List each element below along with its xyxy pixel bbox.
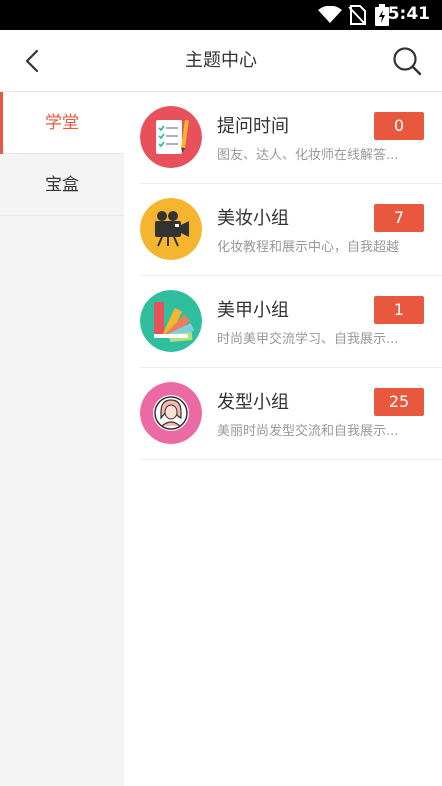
category-sidebar: 学堂 宝盒: [0, 92, 124, 786]
app-header: 主题中心: [0, 30, 442, 92]
topic-count-badge: 7: [374, 204, 424, 232]
topic-count-badge: 1: [374, 296, 424, 324]
topic-count-badge: 0: [374, 112, 424, 140]
no-sim-icon: [348, 5, 366, 25]
topic-name: 发型小组: [217, 392, 289, 413]
topic-name: 提问时间: [217, 116, 289, 137]
topic-name: 美甲小组: [217, 300, 289, 321]
sidebar-item-baohe[interactable]: 宝盒: [0, 154, 124, 216]
active-pointer: [112, 111, 124, 135]
sidebar-item-label: 学堂: [45, 113, 79, 133]
search-icon[interactable]: [392, 46, 422, 76]
status-time: 5:41: [387, 4, 430, 24]
topic-desc: 美丽时尚发型交流和自我展示...: [217, 424, 399, 439]
video-camera-icon: [140, 198, 202, 260]
question-list-icon: [140, 106, 202, 168]
nail-palette-icon: [140, 290, 202, 352]
status-bar: 5:41: [0, 0, 442, 30]
topic-list: 提问时间 图友、达人、化妆师在线解答... 0 美妆小组 化妆教程和展示中心，自…: [124, 92, 442, 786]
hair-avatar-icon: [140, 382, 202, 444]
topic-desc: 时尚美甲交流学习、自我展示...: [217, 332, 399, 347]
topic-row-hair[interactable]: 发型小组 美丽时尚发型交流和自我展示... 25: [140, 368, 442, 460]
topic-name: 美妆小组: [217, 208, 289, 229]
sidebar-item-label: 宝盒: [45, 175, 79, 195]
topic-desc: 化妆教程和展示中心，自我超越: [217, 240, 400, 255]
sidebar-item-xuetang[interactable]: 学堂: [0, 92, 124, 154]
topic-row-question[interactable]: 提问时间 图友、达人、化妆师在线解答... 0: [140, 92, 442, 184]
wifi-icon: [318, 6, 342, 23]
topic-row-nail[interactable]: 美甲小组 时尚美甲交流学习、自我展示... 1: [140, 276, 442, 368]
page-title: 主题中心: [185, 50, 257, 71]
topic-count-badge: 25: [374, 388, 424, 416]
topic-desc: 图友、达人、化妆师在线解答...: [217, 148, 399, 163]
topic-row-makeup[interactable]: 美妆小组 化妆教程和展示中心，自我超越 7: [140, 184, 442, 276]
